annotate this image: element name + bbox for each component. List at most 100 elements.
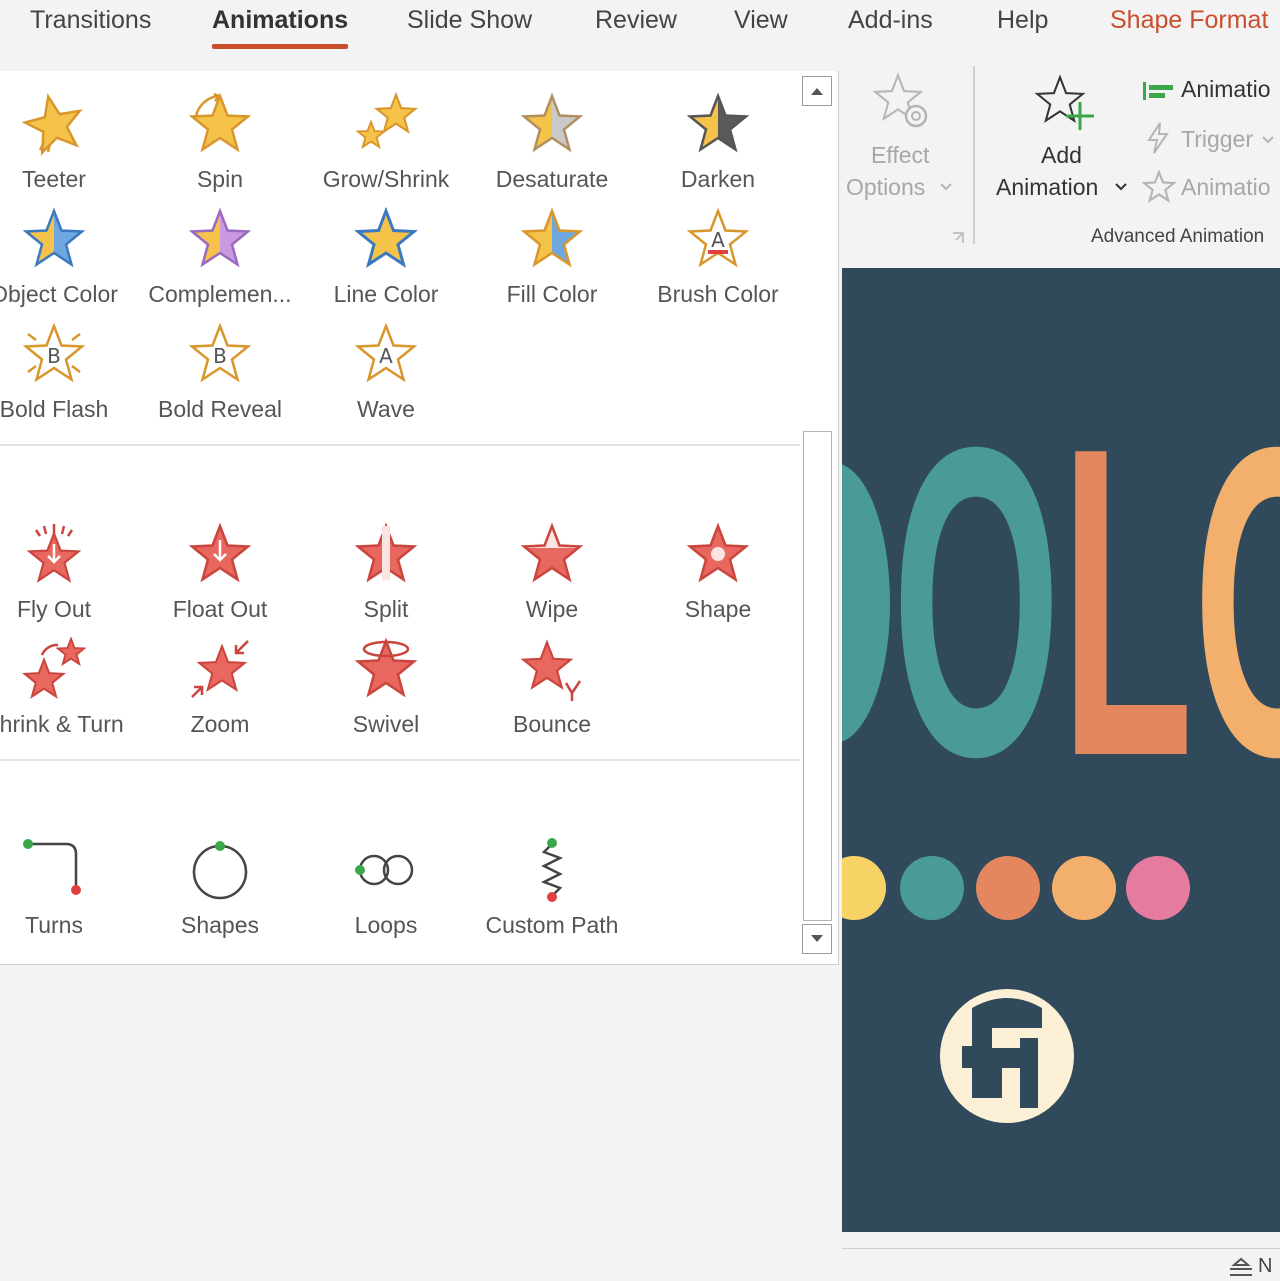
logo-mark: [940, 989, 1074, 1123]
gallery-item-bounce[interactable]: Bounce: [469, 637, 635, 738]
group-label-advanced-animation: Advanced Animation: [1091, 226, 1265, 247]
fly-out-icon: [28, 524, 80, 582]
animation-pane-button[interactable]: Animatio: [1142, 74, 1280, 106]
lightning-icon: [1147, 122, 1169, 154]
gallery-section-divider: [0, 444, 800, 446]
brush-color-icon: A: [686, 207, 750, 271]
gallery-item-spin[interactable]: Spin: [137, 92, 303, 193]
trigger-button[interactable]: Trigger: [1142, 122, 1280, 156]
gallery-item-desaturate[interactable]: Desaturate: [469, 92, 635, 193]
bold-reveal-icon: B: [188, 322, 252, 386]
ribbon-panel: Effect Options Add Animation Animatio Tr…: [842, 62, 1280, 258]
gallery-item-shrink-turn[interactable]: Shrink & Turn: [0, 637, 137, 738]
animation-pane-icon: [1143, 82, 1173, 100]
tab-shape-format[interactable]: Shape Format: [1110, 6, 1268, 35]
tab-slide-show[interactable]: Slide Show: [407, 6, 532, 35]
gallery-item-shape[interactable]: Shape: [635, 522, 801, 623]
float-out-icon: [188, 522, 252, 586]
tab-animations[interactable]: Animations: [212, 6, 349, 49]
gallery-item-wave[interactable]: A Wave: [303, 322, 469, 423]
gallery-item-swivel[interactable]: Swivel: [303, 637, 469, 738]
animation-painter-icon: [1142, 170, 1176, 204]
bold-flash-icon: B: [22, 322, 86, 386]
gallery-item-shapes-path[interactable]: Shapes: [137, 838, 303, 939]
spin-icon: [188, 92, 252, 156]
notes-icon: [1230, 1257, 1252, 1276]
color-dot: [1126, 856, 1190, 920]
teeter-icon: [22, 92, 86, 156]
add-animation-button[interactable]: Add Animation: [992, 62, 1138, 212]
slide-title-letter: L: [1061, 357, 1194, 848]
effect-options-button[interactable]: Effect Options: [842, 62, 970, 212]
gallery-item-darken[interactable]: Darken: [635, 92, 801, 193]
gallery-item-float-out[interactable]: Float Out: [137, 522, 303, 623]
split-icon: [354, 522, 418, 586]
ribbon-tab-bar: Transitions Animations Slide Show Review…: [0, 0, 1280, 62]
effect-options-icon: [874, 74, 928, 128]
ribbon-group-separator: [973, 66, 975, 244]
gallery-scrollbar[interactable]: [802, 76, 834, 956]
chevron-down-icon: [1262, 136, 1274, 144]
status-bar: N: [842, 1248, 1280, 1281]
animation-painter-button[interactable]: Animatio: [1142, 170, 1280, 204]
fill-color-icon: [520, 207, 584, 271]
gallery-section-divider: [0, 759, 800, 761]
gallery-item-wipe[interactable]: Wipe: [469, 522, 635, 623]
chevron-down-icon: [940, 183, 952, 191]
loops-path-icon: [355, 854, 414, 886]
grow-shrink-icon: [356, 93, 417, 148]
line-color-icon: [354, 207, 418, 271]
gallery-item-line-color[interactable]: Line Color: [303, 207, 469, 308]
tab-transitions[interactable]: Transitions: [30, 6, 151, 35]
tab-review[interactable]: Review: [595, 6, 677, 35]
svg-text:B: B: [47, 344, 61, 368]
gallery-item-object-color[interactable]: Object Color: [0, 207, 137, 308]
gallery-item-complementary-color[interactable]: Complemen...: [137, 207, 303, 308]
gallery-item-custom-path[interactable]: Custom Path: [469, 838, 635, 939]
gallery-item-bold-reveal[interactable]: B Bold Reveal: [137, 322, 303, 423]
slide-title-letter: O: [892, 357, 1061, 848]
add-animation-icon: [1036, 76, 1094, 130]
notes-button[interactable]: N: [1228, 1255, 1280, 1281]
arrow-down-icon: [811, 935, 823, 942]
swivel-icon: [354, 637, 418, 701]
custom-path-icon: [540, 838, 564, 902]
tab-view[interactable]: View: [734, 6, 788, 35]
chevron-down-icon: [1115, 183, 1127, 191]
gallery-item-fill-color[interactable]: Fill Color: [469, 207, 635, 308]
gallery-item-teeter[interactable]: Teeter: [0, 92, 137, 193]
scrollbar-thumb[interactable]: [803, 431, 832, 921]
gallery-item-fly-out[interactable]: Fly Out: [0, 522, 137, 623]
gallery-item-split[interactable]: Split: [303, 522, 469, 623]
tab-help[interactable]: Help: [997, 6, 1048, 35]
gallery-item-loops[interactable]: Loops: [303, 838, 469, 939]
animation-gallery: Teeter Spin Grow/Shrink Desaturate Darke…: [0, 71, 839, 965]
gallery-item-brush-color[interactable]: A Brush Color: [635, 207, 801, 308]
slide-canvas[interactable]: OLO: [842, 268, 1280, 1232]
slide-artwork: OLO: [842, 357, 1280, 1123]
shrink-turn-icon: [23, 637, 86, 698]
turns-path-icon: [23, 839, 81, 895]
complementary-color-icon: [188, 207, 252, 271]
gallery-item-grow-shrink[interactable]: Grow/Shrink: [303, 92, 469, 193]
dialog-launcher-icon[interactable]: [952, 232, 964, 244]
svg-text:B: B: [213, 344, 227, 368]
gallery-item-zoom[interactable]: Zoom: [137, 637, 303, 738]
slide-title-text: OLO: [892, 357, 1280, 848]
gallery-item-bold-flash[interactable]: B Bold Flash: [0, 322, 137, 423]
slide-title-letter: O: [1193, 357, 1280, 848]
svg-text:A: A: [379, 344, 393, 368]
color-dot: [976, 856, 1040, 920]
scroll-up-button[interactable]: [802, 76, 832, 106]
tab-add-ins[interactable]: Add-ins: [848, 6, 933, 35]
wipe-icon: [520, 522, 584, 586]
svg-text:A: A: [711, 228, 725, 252]
gallery-item-turns[interactable]: Turns: [0, 838, 137, 939]
scroll-down-button[interactable]: [802, 924, 832, 954]
bounce-icon: [522, 641, 582, 701]
darken-icon: [686, 92, 750, 156]
zoom-icon: [191, 640, 249, 698]
color-dot: [1052, 856, 1116, 920]
shape-icon: [686, 522, 750, 586]
teal-letter-shape: [842, 464, 890, 742]
